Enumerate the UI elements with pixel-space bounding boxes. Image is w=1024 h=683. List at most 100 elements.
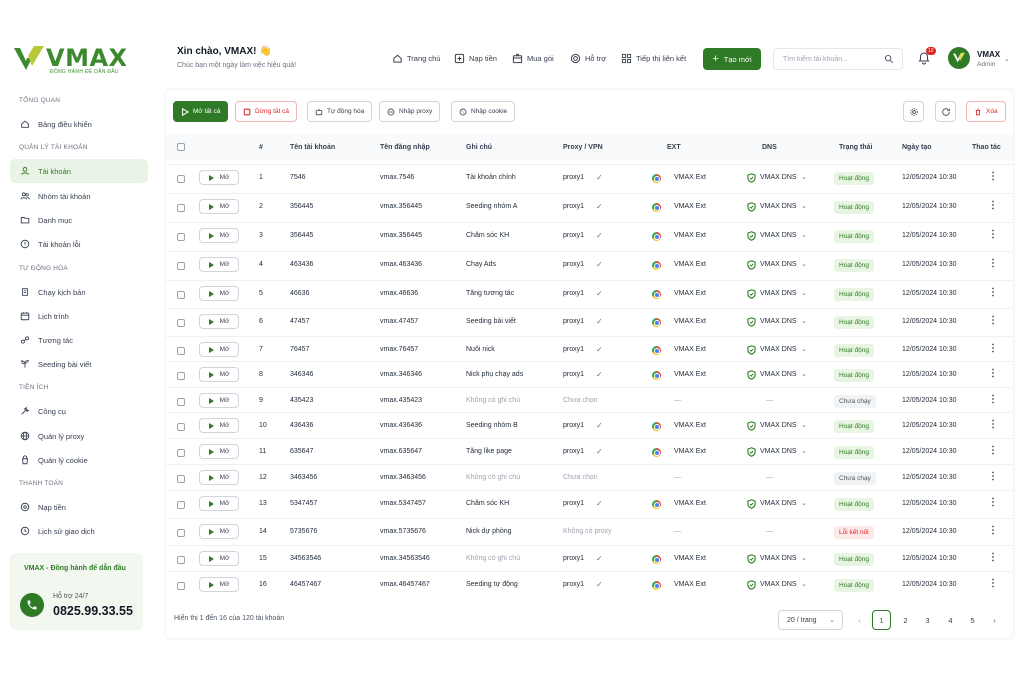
open-browser-button[interactable]: Mở <box>199 228 239 243</box>
row-checkbox[interactable] <box>177 398 185 406</box>
chevron-down-icon[interactable]: ⌄ <box>801 317 807 325</box>
account-name[interactable]: 635647 <box>290 448 313 455</box>
stop-all-button[interactable]: Dừng tất cả <box>235 101 297 122</box>
sidebar-item-history[interactable]: Lịch sử giao dịch <box>10 519 148 543</box>
row-checkbox[interactable] <box>177 556 185 564</box>
sidebar-item-globe[interactable]: Quản lý proxy <box>10 424 148 448</box>
row-checkbox[interactable] <box>177 233 185 241</box>
account-name[interactable]: 3463456 <box>290 474 317 481</box>
page-button[interactable]: 4 <box>941 610 960 630</box>
row-checkbox[interactable] <box>177 204 185 212</box>
brand-logo[interactable]: VMAX ĐỒNG HÀNH ĐỂ DẪN ĐẦU <box>12 44 132 78</box>
account-name[interactable]: 76457 <box>290 346 309 353</box>
more-vertical-icon[interactable]: ⋮ <box>988 525 998 536</box>
col-login-name[interactable]: Tên đăng nhập <box>380 144 430 151</box>
open-browser-button[interactable]: Mở <box>199 418 239 433</box>
account-name[interactable]: 356445 <box>290 232 313 239</box>
row-checkbox[interactable] <box>177 449 185 457</box>
row-checkbox[interactable] <box>177 319 185 327</box>
settings-button[interactable] <box>903 101 924 122</box>
sidebar-item-tool[interactable]: Công cụ <box>10 399 148 423</box>
more-vertical-icon[interactable]: ⋮ <box>988 471 998 482</box>
top-nav-plus-square[interactable]: Nạp tiền <box>454 53 497 64</box>
more-vertical-icon[interactable]: ⋮ <box>988 315 998 326</box>
import-cookie-button[interactable]: Nhập cookie <box>451 101 516 122</box>
chevron-down-icon[interactable]: ⌄ <box>801 231 807 239</box>
page-button[interactable]: 3 <box>918 610 937 630</box>
more-vertical-icon[interactable]: ⋮ <box>988 200 998 211</box>
open-browser-button[interactable]: Mở <box>199 342 239 357</box>
more-vertical-icon[interactable]: ⋮ <box>988 287 998 298</box>
more-vertical-icon[interactable]: ⋮ <box>988 171 998 182</box>
next-page-button[interactable]: › <box>985 610 1004 630</box>
account-name[interactable]: 7546 <box>290 174 306 181</box>
sidebar-item-script[interactable]: Chạy kịch bản <box>10 280 148 304</box>
more-vertical-icon[interactable]: ⋮ <box>988 578 998 589</box>
more-vertical-icon[interactable]: ⋮ <box>988 552 998 563</box>
delete-button[interactable]: Xóa <box>966 101 1006 122</box>
select-all-checkbox[interactable] <box>177 143 185 151</box>
more-vertical-icon[interactable]: ⋮ <box>988 419 998 430</box>
open-browser-button[interactable]: Mở <box>199 444 239 459</box>
open-browser-button[interactable]: Mở <box>199 170 239 185</box>
search-input[interactable]: Tìm kiếm tài khoản... <box>773 48 903 70</box>
page-button[interactable]: 2 <box>896 610 915 630</box>
support-phone[interactable]: 0825.99.33.55 <box>53 604 133 618</box>
row-checkbox[interactable] <box>177 529 185 537</box>
sidebar-item-wallet[interactable]: Nạp tiền <box>10 495 148 519</box>
account-name[interactable]: 46636 <box>290 290 309 297</box>
row-checkbox[interactable] <box>177 372 185 380</box>
account-name[interactable]: 5347457 <box>290 500 317 507</box>
account-name[interactable]: 356445 <box>290 203 313 210</box>
more-vertical-icon[interactable]: ⋮ <box>988 229 998 240</box>
chevron-down-icon[interactable]: ⌄ <box>801 260 807 268</box>
open-browser-button[interactable]: Mở <box>199 551 239 566</box>
more-vertical-icon[interactable]: ⋮ <box>988 343 998 354</box>
chevron-down-icon[interactable]: ⌄ <box>1004 55 1010 63</box>
more-vertical-icon[interactable]: ⋮ <box>988 445 998 456</box>
open-browser-button[interactable]: Mở <box>199 393 239 408</box>
sidebar-item-alert[interactable]: Tài khoản lỗi <box>10 232 148 256</box>
account-name[interactable]: 463436 <box>290 261 313 268</box>
open-browser-button[interactable]: Mở <box>199 470 239 485</box>
sidebar-item-folder[interactable]: Danh mục <box>10 208 148 232</box>
col-account-name[interactable]: Tên tài khoản <box>290 144 335 151</box>
row-checkbox[interactable] <box>177 475 185 483</box>
chevron-down-icon[interactable]: ⌄ <box>801 370 807 378</box>
chevron-down-icon[interactable]: ⌄ <box>801 421 807 429</box>
top-nav-home[interactable]: Trang chủ <box>392 53 441 64</box>
search-icon[interactable] <box>884 54 894 64</box>
open-browser-button[interactable]: Mở <box>199 577 239 592</box>
row-checkbox[interactable] <box>177 262 185 270</box>
top-nav-package[interactable]: Mua gói <box>512 53 554 64</box>
row-checkbox[interactable] <box>177 582 185 590</box>
import-proxy-button[interactable]: Nhập proxy <box>379 101 441 122</box>
account-name[interactable]: 47457 <box>290 318 309 325</box>
per-page-select[interactable]: 20 / trang ⌄ <box>778 610 843 630</box>
chevron-down-icon[interactable]: ⌄ <box>801 499 807 507</box>
row-checkbox[interactable] <box>177 291 185 299</box>
row-checkbox[interactable] <box>177 175 185 183</box>
avatar[interactable] <box>948 47 970 69</box>
create-new-button[interactable]: + Tạo mới <box>703 48 761 70</box>
automation-button[interactable]: Tự động hóa <box>307 101 373 122</box>
open-browser-button[interactable]: Mở <box>199 199 239 214</box>
more-vertical-icon[interactable]: ⋮ <box>988 497 998 508</box>
chevron-down-icon[interactable]: ⌄ <box>801 289 807 297</box>
chevron-down-icon[interactable]: ⌄ <box>801 580 807 588</box>
top-nav-support[interactable]: Hỗ trợ <box>570 53 606 64</box>
open-browser-button[interactable]: Mở <box>199 257 239 272</box>
open-browser-button[interactable]: Mở <box>199 367 239 382</box>
open-all-button[interactable]: Mở tất cả <box>173 101 229 122</box>
open-browser-button[interactable]: Mở <box>199 496 239 511</box>
chevron-down-icon[interactable]: ⌄ <box>801 173 807 181</box>
chevron-down-icon[interactable]: ⌄ <box>801 554 807 562</box>
row-checkbox[interactable] <box>177 501 185 509</box>
refresh-button[interactable] <box>935 101 956 122</box>
page-button[interactable]: 1 <box>872 610 891 630</box>
sidebar-item-seeding[interactable]: Seeding bài viết <box>10 352 148 376</box>
chevron-down-icon[interactable]: ⌄ <box>801 202 807 210</box>
row-checkbox[interactable] <box>177 423 185 431</box>
prev-page-button[interactable]: ‹ <box>850 610 869 630</box>
sidebar-item-interact[interactable]: Tương tác <box>10 328 148 352</box>
